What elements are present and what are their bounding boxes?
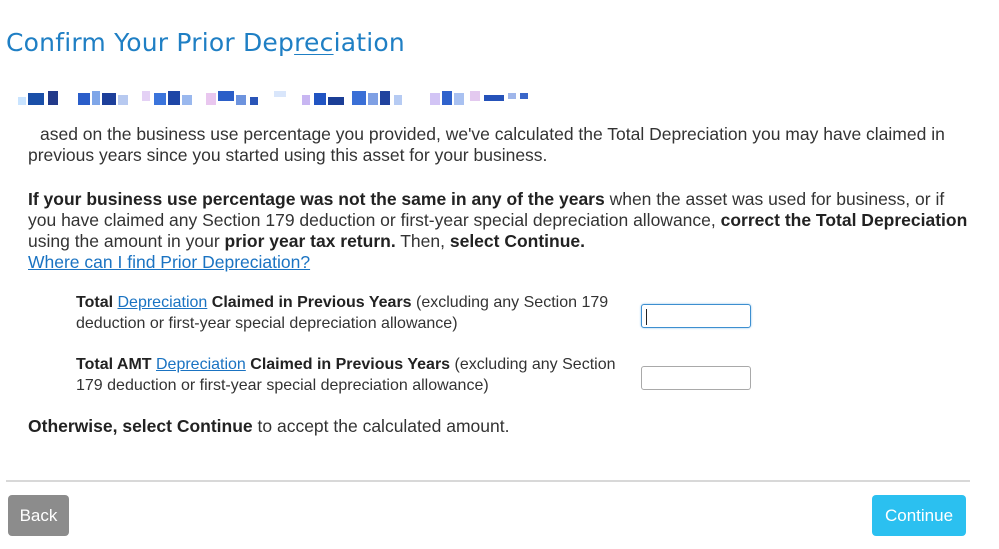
prior-depreciation-help-link[interactable]: Where can I find Prior Depreciation? xyxy=(28,252,310,272)
continue-button[interactable]: Continue xyxy=(872,495,966,536)
redacted-text-image xyxy=(18,91,528,105)
amt-depreciation-link[interactable]: Depreciation xyxy=(156,356,246,373)
total-amt-depreciation-input[interactable] xyxy=(641,366,751,390)
intro-paragraph: ased on the business use percentage you … xyxy=(28,124,945,165)
instructions-paragraph: If your business use percentage was not … xyxy=(28,189,968,272)
depreciation-link[interactable]: Depreciation xyxy=(117,294,207,311)
page-title: Confirm Your Prior Depreciation xyxy=(6,28,405,57)
total-amt-depreciation-label: Total AMT Depreciation Claimed in Previo… xyxy=(76,356,616,394)
text-cursor xyxy=(646,309,647,325)
total-depreciation-input[interactable] xyxy=(641,304,751,328)
back-button[interactable]: Back xyxy=(8,495,69,536)
footer-divider xyxy=(6,480,970,482)
total-depreciation-label: Total Depreciation Claimed in Previous Y… xyxy=(76,294,609,332)
otherwise-paragraph: Otherwise, select Continue to accept the… xyxy=(28,416,510,436)
